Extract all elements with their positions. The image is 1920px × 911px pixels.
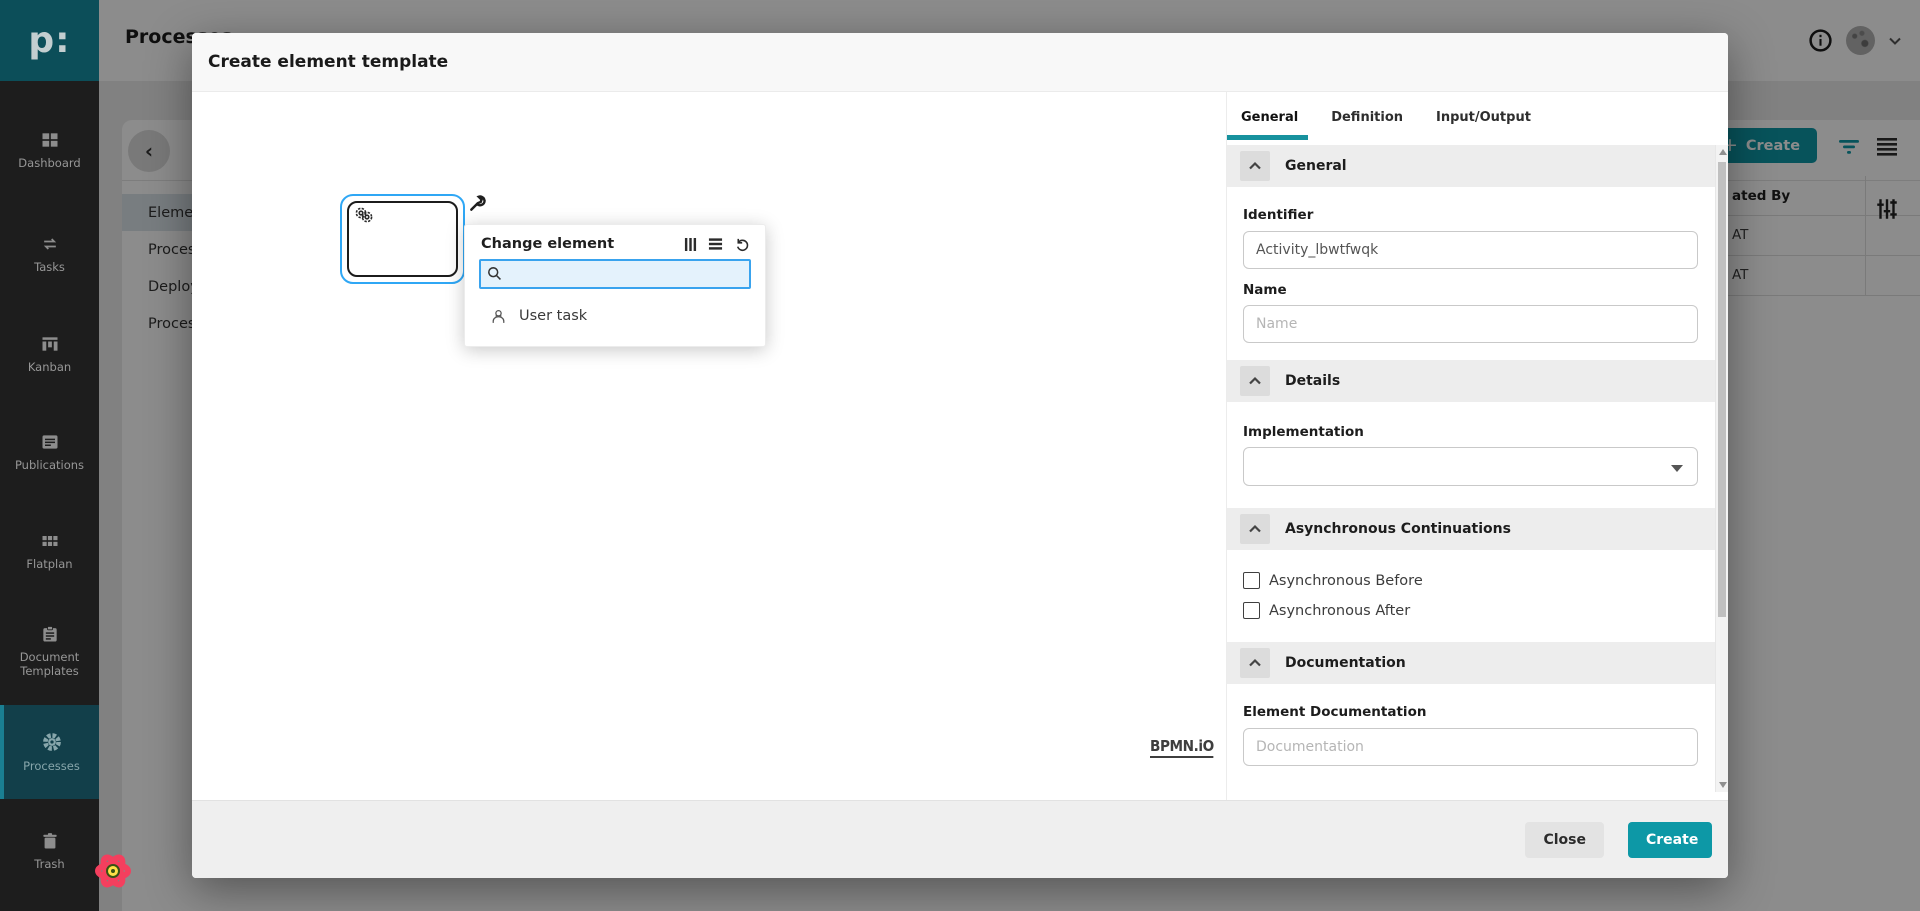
user-task-icon <box>490 308 507 325</box>
search-icon <box>486 265 503 282</box>
columns-view-icon[interactable] <box>684 237 697 252</box>
reset-icon[interactable] <box>734 236 750 252</box>
modal-header: Create element template <box>192 33 1728 92</box>
app-logo[interactable]: p: <box>0 0 99 81</box>
scroll-up-icon[interactable] <box>1719 149 1727 155</box>
sidebar-item-tasks[interactable]: Tasks <box>0 234 99 274</box>
identifier-input[interactable] <box>1243 231 1698 269</box>
identifier-label: Identifier <box>1243 207 1698 223</box>
panel-scroll-area: General Identifier Name Details <box>1227 142 1728 800</box>
processes-icon <box>2 731 101 753</box>
collapse-documentation-button[interactable] <box>1240 648 1270 678</box>
create-element-template-modal: Create element template Change element <box>192 33 1728 878</box>
document-templates-icon <box>0 624 99 644</box>
section-header-documentation: Documentation <box>1227 642 1728 684</box>
popup-option-user-task[interactable]: User task <box>465 298 765 334</box>
documentation-input[interactable] <box>1243 728 1698 766</box>
tab-input-output[interactable]: Input/Output <box>1436 110 1531 125</box>
sidebar-item-trash[interactable]: Trash <box>0 831 99 871</box>
sidebar-item-kanban[interactable]: Kanban <box>0 334 99 374</box>
sidebar-item-label: Tasks <box>0 260 99 274</box>
async-before-checkbox[interactable] <box>1243 572 1260 589</box>
element-documentation-label: Element Documentation <box>1243 704 1698 720</box>
popup-search-input[interactable] <box>479 259 751 289</box>
devtools-flower-icon[interactable] <box>92 850 134 892</box>
async-before-label: Asynchronous Before <box>1269 573 1423 589</box>
sidebar-item-processes[interactable]: Processes <box>0 705 99 799</box>
sidebar: p: Dashboard Tasks Kanban Publications <box>0 0 99 911</box>
sidebar-item-label: Trash <box>0 857 99 871</box>
properties-panel: General Definition Input/Output General … <box>1226 92 1728 800</box>
wrench-icon[interactable] <box>468 194 487 213</box>
caret-down-icon <box>1671 465 1683 472</box>
sidebar-item-label: Flatplan <box>0 557 99 571</box>
dashboard-icon <box>0 130 99 150</box>
sidebar-item-flatplan[interactable]: Flatplan <box>0 531 99 571</box>
sidebar-item-label: Publications <box>0 458 99 472</box>
sidebar-item-label: Kanban <box>0 360 99 374</box>
panel-scrollbar <box>1715 145 1728 792</box>
list-view-icon[interactable] <box>708 237 723 251</box>
change-element-popup: Change element <box>464 224 766 347</box>
modal-footer: Close Create <box>192 800 1728 878</box>
modal-title: Create element template <box>208 52 448 72</box>
section-header-async: Asynchronous Continuations <box>1227 508 1728 550</box>
bpmn-canvas[interactable]: Change element <box>192 92 1226 800</box>
publications-icon <box>0 432 99 452</box>
tasks-icon <box>0 234 99 254</box>
implementation-select[interactable] <box>1243 447 1698 486</box>
screen: p: Dashboard Tasks Kanban Publications <box>0 0 1920 911</box>
implementation-label: Implementation <box>1243 424 1698 440</box>
bpmn-io-watermark[interactable]: BPMN.iO <box>1150 737 1214 758</box>
sidebar-item-dashboard[interactable]: Dashboard <box>0 130 99 170</box>
bpmn-task-shape[interactable] <box>347 201 458 277</box>
service-task-gears-icon <box>352 205 378 229</box>
sidebar-item-label: Document Templates <box>0 650 99 678</box>
sidebar-item-publications[interactable]: Publications <box>0 432 99 472</box>
collapse-general-button[interactable] <box>1240 151 1270 181</box>
async-after-checkbox[interactable] <box>1243 602 1260 619</box>
scrollbar-thumb[interactable] <box>1718 162 1726 617</box>
close-button[interactable]: Close <box>1525 822 1604 858</box>
section-header-general: General <box>1227 145 1728 187</box>
sidebar-item-label: Dashboard <box>0 156 99 170</box>
kanban-icon <box>0 334 99 354</box>
popup-title: Change element <box>481 236 684 252</box>
collapse-async-button[interactable] <box>1240 514 1270 544</box>
active-tab-underline <box>1227 135 1308 140</box>
sidebar-item-document-templates[interactable]: Document Templates <box>0 624 99 678</box>
collapse-details-button[interactable] <box>1240 366 1270 396</box>
flatplan-icon <box>0 531 99 551</box>
tab-definition[interactable]: Definition <box>1331 110 1403 125</box>
name-input[interactable] <box>1243 305 1698 343</box>
trash-icon <box>0 831 99 851</box>
tab-general[interactable]: General <box>1241 110 1298 125</box>
async-before-row: Asynchronous Before <box>1227 572 1728 589</box>
async-after-row: Asynchronous After <box>1227 602 1728 619</box>
panel-tabs: General Definition Input/Output <box>1227 92 1728 142</box>
popup-option-label: User task <box>519 308 587 324</box>
sidebar-item-label: Processes <box>2 759 101 773</box>
create-button[interactable]: Create <box>1628 822 1712 858</box>
async-after-label: Asynchronous After <box>1269 603 1410 619</box>
name-label: Name <box>1243 282 1698 298</box>
section-header-details: Details <box>1227 360 1728 402</box>
scroll-down-icon[interactable] <box>1719 782 1727 788</box>
